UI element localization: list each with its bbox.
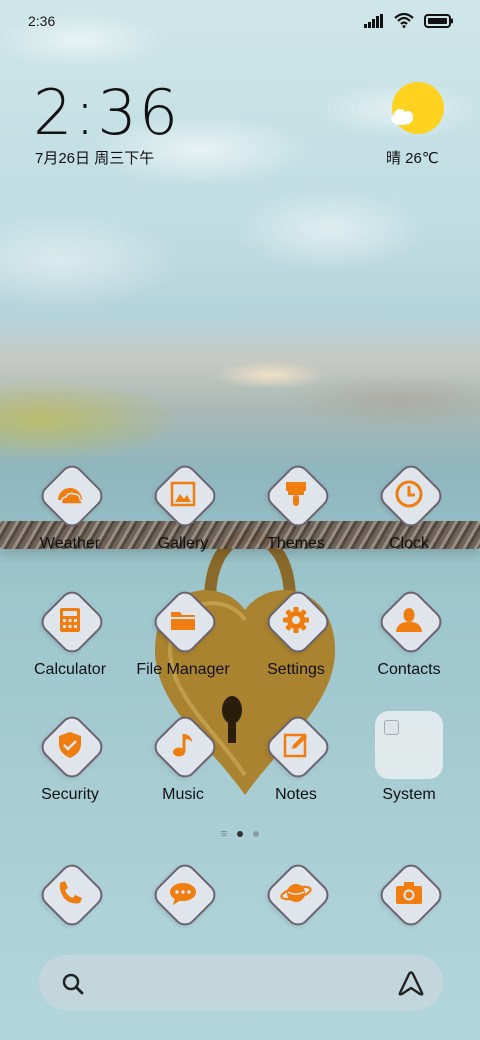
- app-label: Calculator: [33, 661, 107, 678]
- app-folder-system[interactable]: System: [354, 711, 464, 804]
- dock-phone[interactable]: [15, 859, 125, 931]
- music-note-icon: [173, 734, 192, 757]
- gallery-icon: [170, 481, 196, 507]
- page-dot-active[interactable]: [237, 831, 244, 837]
- app-file-manager[interactable]: File Manager: [128, 586, 238, 679]
- paintbrush-icon: [286, 482, 306, 506]
- weather-icon: [58, 488, 83, 505]
- menu-lines-icon: ≡: [220, 828, 228, 840]
- folder-icon: [171, 612, 195, 630]
- clock-icon: [395, 480, 423, 508]
- app-label: File Manager: [136, 661, 230, 678]
- camera-icon: [396, 882, 422, 904]
- app-label: Security: [41, 786, 99, 803]
- folder-icon: [375, 711, 443, 779]
- app-label: Gallery: [157, 535, 209, 552]
- app-contacts[interactable]: Contacts: [354, 586, 464, 679]
- search-bar[interactable]: [39, 955, 443, 1010]
- gear-icon: [283, 607, 309, 633]
- page-indicator[interactable]: ≡: [0, 828, 480, 840]
- search-icon[interactable]: [61, 972, 85, 996]
- clock-widget-time[interactable]: 2:36: [33, 76, 180, 149]
- battery-icon: [424, 13, 453, 28]
- calculator-icon: [60, 608, 80, 632]
- assistant-icon[interactable]: [397, 970, 425, 996]
- wifi-icon: [394, 13, 414, 28]
- app-notes[interactable]: Notes: [241, 711, 351, 804]
- status-icons: [364, 13, 454, 28]
- app-label: System: [382, 786, 436, 803]
- status-bar: 2:36: [0, 0, 480, 42]
- note-pencil-icon: [283, 733, 307, 758]
- app-weather[interactable]: Weather: [15, 460, 125, 553]
- sun-cloud-icon[interactable]: [388, 82, 446, 136]
- app-security[interactable]: Security: [15, 711, 125, 804]
- shield-check-icon: [59, 732, 81, 758]
- app-label: Settings: [267, 661, 325, 678]
- app-label: Notes: [275, 786, 317, 803]
- person-icon: [396, 608, 422, 632]
- dock-messages[interactable]: [128, 859, 238, 931]
- app-settings[interactable]: Settings: [241, 586, 351, 679]
- phone-icon: [59, 881, 82, 904]
- status-time: 2:36: [28, 13, 56, 29]
- dock-camera[interactable]: [354, 859, 464, 931]
- app-label: Clock: [388, 535, 429, 552]
- clock-widget-date[interactable]: 7月26日 周三下午: [35, 147, 154, 168]
- signal-icon: [364, 13, 383, 28]
- app-music[interactable]: Music: [128, 711, 238, 804]
- page-dot[interactable]: [253, 831, 260, 837]
- weather-widget-text[interactable]: 晴 26℃: [386, 147, 439, 168]
- app-themes[interactable]: Themes: [241, 460, 351, 553]
- app-label: Music: [162, 786, 204, 803]
- app-label: Weather: [39, 535, 101, 552]
- browser-planet-icon: [280, 884, 312, 902]
- app-gallery[interactable]: Gallery: [128, 460, 238, 553]
- message-icon: [170, 883, 196, 905]
- dock-browser[interactable]: [241, 859, 351, 931]
- app-label: Contacts: [377, 661, 441, 678]
- app-clock[interactable]: Clock: [354, 460, 464, 553]
- app-calculator[interactable]: Calculator: [15, 586, 125, 679]
- app-label: Themes: [267, 535, 325, 552]
